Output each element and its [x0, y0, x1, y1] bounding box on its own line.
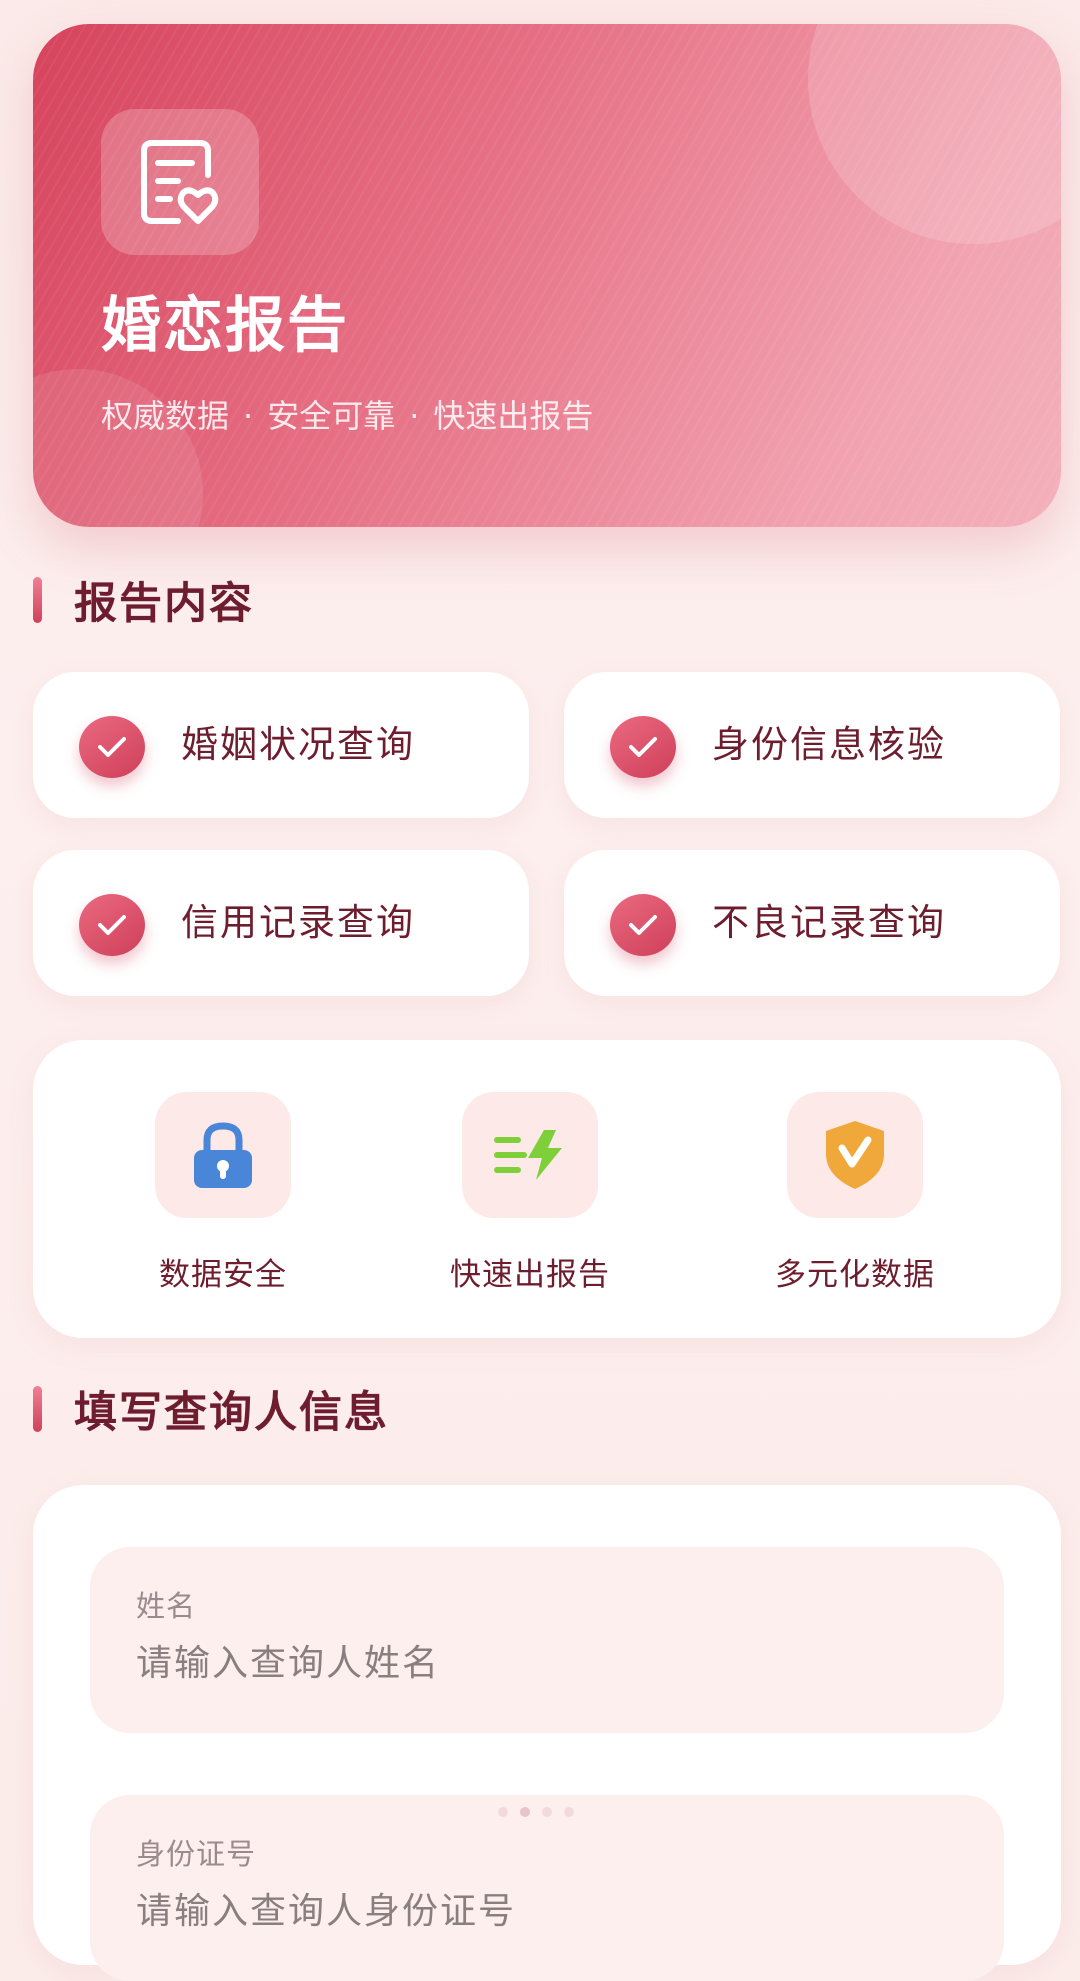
- report-item-label: 身份信息核验: [712, 723, 946, 766]
- section-title: 填写查询人信息: [74, 1388, 389, 1438]
- lock-icon: [155, 1092, 291, 1218]
- separator-dot: ·: [243, 397, 254, 435]
- feature-fast-report: 快速出报告: [410, 1092, 650, 1302]
- name-field-label: 姓名: [136, 1589, 197, 1623]
- features-card: 数据安全 快速出报告 多元化数据: [33, 1040, 1061, 1338]
- report-item-card: 信用记录查询: [33, 850, 529, 996]
- report-heart-icon: [101, 109, 259, 255]
- report-item-card: 不良记录查询: [564, 850, 1060, 996]
- feature-data-security: 数据安全: [103, 1092, 343, 1302]
- check-icon: [610, 894, 676, 956]
- report-item-card: 婚姻状况查询: [33, 672, 529, 818]
- page-dot: [564, 1807, 574, 1817]
- section-title: 报告内容: [74, 579, 254, 629]
- hero-title: 婚恋报告: [101, 291, 349, 361]
- separator-dot: ·: [409, 397, 420, 435]
- report-item-card: 身份信息核验: [564, 672, 1060, 818]
- check-icon: [79, 716, 145, 778]
- section-header-form: 填写查询人信息: [33, 1384, 389, 1438]
- check-icon: [610, 716, 676, 778]
- shield-check-icon: [787, 1092, 923, 1218]
- section-accent-bar: [33, 577, 42, 623]
- id-number-input[interactable]: [136, 1885, 956, 1937]
- id-number-field-label: 身份证号: [136, 1837, 257, 1871]
- name-input[interactable]: [136, 1637, 956, 1689]
- page-indicator: [498, 1807, 574, 1817]
- hero-tag-authoritative: 权威数据: [101, 397, 230, 435]
- section-accent-bar: [33, 1386, 42, 1432]
- report-item-label: 信用记录查询: [181, 901, 415, 944]
- hero-tag-fast: 快速出报告: [433, 397, 594, 435]
- lightning-icon: [462, 1092, 598, 1218]
- page-dot: [498, 1807, 508, 1817]
- report-item-label: 不良记录查询: [712, 901, 946, 944]
- hero-subtitle: 权威数据 · 安全可靠 · 快速出报告: [101, 400, 593, 432]
- name-field: 姓名: [90, 1547, 1004, 1733]
- page-dot: [542, 1807, 552, 1817]
- id-number-field: 身份证号: [90, 1795, 1004, 1981]
- feature-label: 多元化数据: [775, 1257, 935, 1293]
- hero-banner: 婚恋报告 权威数据 · 安全可靠 · 快速出报告: [33, 24, 1061, 527]
- check-icon: [79, 894, 145, 956]
- feature-label: 数据安全: [159, 1257, 287, 1293]
- report-item-label: 婚姻状况查询: [181, 723, 415, 766]
- page-dot-active: [520, 1807, 530, 1817]
- section-header-report: 报告内容: [33, 575, 254, 629]
- feature-label: 快速出报告: [450, 1257, 610, 1293]
- feature-diverse-data: 多元化数据: [735, 1092, 975, 1302]
- form-card: 姓名 身份证号: [33, 1485, 1061, 1981]
- hero-tag-secure: 安全可靠: [267, 397, 396, 435]
